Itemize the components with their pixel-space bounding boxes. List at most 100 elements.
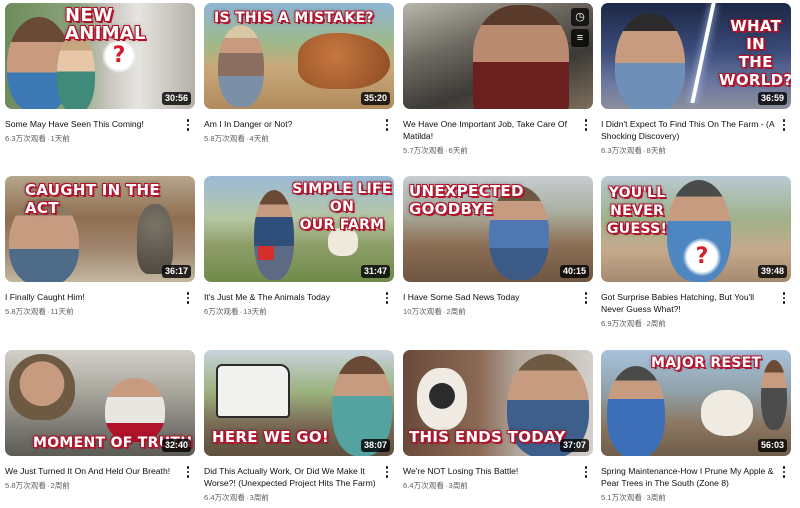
video-title[interactable]: Did This Actually Work, Or Did We Make I… <box>204 465 378 489</box>
video-thumbnail[interactable]: THIS ENDS TODAY 37:07 <box>403 350 593 456</box>
question-mark-icon: ? <box>683 238 721 276</box>
more-options-icon[interactable] <box>581 291 591 305</box>
duration-badge: 39:48 <box>757 265 787 278</box>
view-count: 6.4万次观看 <box>403 481 444 490</box>
video-card[interactable]: ◷ ≡ We Have One Important Job, Take Care… <box>403 3 593 156</box>
video-card[interactable]: ? YOU'LL NEVER GUESS! 39:48 Got Surprise… <box>601 176 791 329</box>
duration-badge: 38:07 <box>360 439 390 452</box>
more-options-icon[interactable] <box>779 465 789 479</box>
more-options-icon[interactable] <box>382 291 392 305</box>
video-thumbnail[interactable]: ◷ ≡ <box>403 3 593 109</box>
duration-badge: 32:40 <box>161 439 191 452</box>
upload-age: 13天前 <box>243 307 267 316</box>
video-stats: 6万次观看·13天前 <box>204 307 378 317</box>
video-title[interactable]: I Didn't Expect To Find This On The Farm… <box>601 118 775 142</box>
video-card[interactable]: SIMPLE LIFE ON OUR FARM 31:47 It's Just … <box>204 176 394 317</box>
view-count: 6.3万次观看 <box>601 146 642 155</box>
video-title[interactable]: Spring Maintenance-How I Prune My Apple … <box>601 465 775 489</box>
video-thumbnail[interactable]: ? YOU'LL NEVER GUESS! 39:48 <box>601 176 791 282</box>
video-thumbnail[interactable]: HERE WE GO! 38:07 <box>204 350 394 456</box>
video-thumbnail[interactable]: MOMENT OF TRUTH 32:40 <box>5 350 195 456</box>
video-card[interactable]: WHAT IN THE WORLD? 36:59 I Didn't Expect… <box>601 3 791 156</box>
video-meta: We Have One Important Job, Take Care Of … <box>403 118 593 156</box>
more-options-icon[interactable] <box>581 118 591 132</box>
video-meta: Got Surprise Babies Hatching, But You'll… <box>601 291 791 329</box>
thumbnail-overlay-text: WHAT IN THE WORLD? <box>719 17 791 89</box>
video-card[interactable]: THIS ENDS TODAY 37:07 We're NOT Losing T… <box>403 350 593 491</box>
upload-age: 2周前 <box>646 319 666 328</box>
red-bucket <box>258 246 274 260</box>
video-title[interactable]: We Have One Important Job, Take Care Of … <box>403 118 577 142</box>
more-options-icon[interactable] <box>183 118 193 132</box>
video-card[interactable]: IS THIS A MISTAKE? 35:20 Am I In Danger … <box>204 3 394 144</box>
upload-age: 11天前 <box>50 307 74 316</box>
video-meta: It's Just Me & The Animals Today 6万次观看·1… <box>204 291 394 317</box>
upload-age: 3周前 <box>448 481 468 490</box>
clock-icon[interactable]: ◷ <box>571 8 589 26</box>
thumbnail-overlay-text: HERE WE GO! <box>212 428 330 446</box>
video-title[interactable]: Got Surprise Babies Hatching, But You'll… <box>601 291 775 315</box>
view-count: 5.1万次观看 <box>601 493 642 502</box>
more-options-icon[interactable] <box>382 465 392 479</box>
upload-age: 1天前 <box>50 134 70 143</box>
video-thumbnail[interactable]: MAJOR RESET 56:03 <box>601 350 791 456</box>
upload-age: 6天前 <box>448 146 468 155</box>
video-stats: 5.8万次观看·4天前 <box>204 134 378 144</box>
video-stats: 5.7万次观看·6天前 <box>403 146 577 156</box>
separator: · <box>239 307 243 316</box>
video-thumbnail[interactable]: CAUGHT IN THE ACT 36:17 <box>5 176 195 282</box>
video-thumbnail[interactable]: ? NEW ANIMAL 30:56 <box>5 3 195 109</box>
more-options-icon[interactable] <box>779 118 789 132</box>
queue-icon[interactable]: ≡ <box>571 29 589 47</box>
video-thumbnail[interactable]: IS THIS A MISTAKE? 35:20 <box>204 3 394 109</box>
duration-badge: 35:20 <box>360 92 390 105</box>
thumbnail-overlay-text: NEW ANIMAL <box>65 5 146 44</box>
video-card[interactable]: UNEXPECTED GOODBYE 40:15 I Have Some Sad… <box>403 176 593 317</box>
upload-age: 4天前 <box>249 134 269 143</box>
more-options-icon[interactable] <box>779 291 789 305</box>
duration-badge: 30:56 <box>161 92 191 105</box>
duration-badge: 56:03 <box>757 439 787 452</box>
thumbnail-overlay-text: UNEXPECTED GOODBYE <box>409 182 524 218</box>
video-meta: Am I In Danger or Not? 5.8万次观看·4天前 <box>204 118 394 144</box>
thumbnail-overlay-text: THIS ENDS TODAY <box>409 428 566 446</box>
video-meta: I Didn't Expect To Find This On The Farm… <box>601 118 791 156</box>
video-stats: 6.9万次观看·2周前 <box>601 319 775 329</box>
video-title[interactable]: We're NOT Losing This Battle! <box>403 465 577 477</box>
view-count: 10万次观看 <box>403 307 442 316</box>
question-mark-icon: ? <box>102 39 136 73</box>
video-title[interactable]: It's Just Me & The Animals Today <box>204 291 378 303</box>
video-stats: 5.1万次观看·3周前 <box>601 493 775 503</box>
video-stats: 6.4万次观看·3周前 <box>403 481 577 491</box>
video-meta: Some May Have Seen This Coming! 6.3万次观看·… <box>5 118 195 144</box>
video-meta: We're NOT Losing This Battle! 6.4万次观看·3周… <box>403 465 593 491</box>
video-card[interactable]: CAUGHT IN THE ACT 36:17 I Finally Caught… <box>5 176 195 317</box>
video-title[interactable]: Am I In Danger or Not? <box>204 118 378 130</box>
video-card[interactable]: HERE WE GO! 38:07 Did This Actually Work… <box>204 350 394 503</box>
video-thumbnail[interactable]: SIMPLE LIFE ON OUR FARM 31:47 <box>204 176 394 282</box>
video-title[interactable]: I Finally Caught Him! <box>5 291 179 303</box>
video-title[interactable]: We Just Turned It On And Held Our Breath… <box>5 465 179 477</box>
upload-age: 2周前 <box>50 481 70 490</box>
video-card[interactable]: ? NEW ANIMAL 30:56 Some May Have Seen Th… <box>5 3 195 144</box>
more-options-icon[interactable] <box>183 465 193 479</box>
more-options-icon[interactable] <box>382 118 392 132</box>
skid-steer <box>216 364 290 418</box>
video-thumbnail[interactable]: UNEXPECTED GOODBYE 40:15 <box>403 176 593 282</box>
video-card[interactable]: MAJOR RESET 56:03 Spring Maintenance-How… <box>601 350 791 503</box>
video-stats: 5.8万次观看·2周前 <box>5 481 179 491</box>
video-card[interactable]: MOMENT OF TRUTH 32:40 We Just Turned It … <box>5 350 195 491</box>
thumbnail-overlay-text: YOU'LL NEVER GUESS! <box>607 185 668 237</box>
video-thumbnail[interactable]: WHAT IN THE WORLD? 36:59 <box>601 3 791 109</box>
video-grid: ? NEW ANIMAL 30:56 Some May Have Seen Th… <box>0 0 800 508</box>
upload-age: 3周前 <box>646 493 666 502</box>
video-title[interactable]: Some May Have Seen This Coming! <box>5 118 179 130</box>
video-meta: Spring Maintenance-How I Prune My Apple … <box>601 465 791 503</box>
duration-badge: 37:07 <box>559 439 589 452</box>
thumbnail-overlay-text: CAUGHT IN THE ACT <box>25 181 160 217</box>
video-stats: 6.3万次观看·8天前 <box>601 146 775 156</box>
video-title[interactable]: I Have Some Sad News Today <box>403 291 577 303</box>
more-options-icon[interactable] <box>183 291 193 305</box>
more-options-icon[interactable] <box>581 465 591 479</box>
separator: · <box>442 307 446 316</box>
